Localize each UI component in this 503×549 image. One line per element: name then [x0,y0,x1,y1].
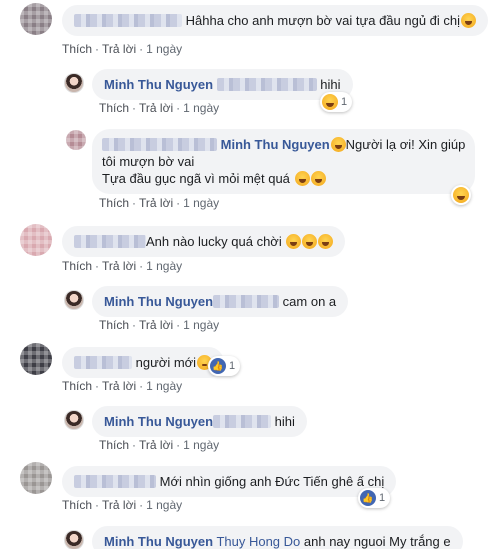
timestamp[interactable]: 1 ngày [183,318,219,332]
laugh-emoji-icon [302,234,318,249]
timestamp[interactable]: 1 ngày [146,379,182,393]
reply-link[interactable]: Trả lời [139,318,173,332]
laugh-emoji-icon [294,171,310,186]
comment-text: người mới [135,355,197,370]
timestamp[interactable]: 1 ngày [183,196,219,210]
reply-link[interactable]: Trả lời [102,259,136,273]
mention-link[interactable]: Thuy Hong Do [216,534,300,549]
like-icon: 👍 [210,358,226,374]
timestamp[interactable]: 1 ngày [183,101,219,115]
comment-text: cam on a [282,294,337,309]
laugh-emoji-icon [330,137,346,152]
reaction-badge[interactable] [451,185,471,205]
reply-bubble: Minh Thu Nguyen hihi [92,69,353,100]
like-link[interactable]: Thích [62,498,92,512]
avatar[interactable] [64,73,84,93]
comment-actions: Thích · Trả lời · 1 ngày [62,379,183,393]
reply-link[interactable]: Trả lời [102,42,136,56]
avatar[interactable] [20,3,52,35]
avatar[interactable] [20,462,52,494]
comment-text: Anh nào lucky quá chời [146,234,282,249]
like-link[interactable]: Thích [99,101,129,115]
blurred-name [74,235,146,248]
author-name[interactable]: Minh Thu Nguyen [104,77,213,92]
timestamp[interactable]: 1 ngày [183,438,219,452]
comment-text: Hâhha cho anh mượn bờ vai tựa đầu ngủ đi… [185,13,461,28]
blurred-mention [216,78,317,91]
author-name[interactable]: Minh Thu Nguyen [104,414,213,429]
blurred-name [74,475,156,488]
comment-bubble: người mới [62,347,225,378]
like-link[interactable]: Thích [99,318,129,332]
timestamp[interactable]: 1 ngày [146,42,182,56]
blurred-name [74,356,132,369]
reaction-badge[interactable]: 👍 1 [208,356,241,376]
like-link[interactable]: Thích [62,379,92,393]
reply-link[interactable]: Trả lời [102,498,136,512]
comment-text: anh nay nguoi My trắng e [303,534,451,549]
comment-actions: Thích · Trả lời · 1 ngày [99,438,220,452]
reply-bubble: Minh Thu Nguyen cam on a [92,286,349,317]
comment-actions: Thích · Trả lời · 1 ngày [62,42,183,56]
author-name[interactable]: Minh Thu Nguyen [104,534,213,549]
like-icon: 👍 [360,490,376,506]
blurred-mention [213,295,280,308]
like-link[interactable]: Thích [62,259,92,273]
avatar[interactable] [20,224,52,256]
comment-text: hihi [320,77,341,92]
comment-bubble: Hâhha cho anh mượn bờ vai tựa đầu ngủ đi… [62,5,489,36]
reaction-badge[interactable]: 1 [320,92,353,112]
laugh-emoji-icon [461,13,477,28]
laugh-emoji-icon [453,187,469,203]
avatar[interactable] [64,410,84,430]
reply-link[interactable]: Trả lời [139,196,173,210]
like-link[interactable]: Thích [99,438,129,452]
reaction-badge[interactable]: 👍 1 [358,488,391,508]
reply-bubble: Minh Thu Nguyen Thuy Hong Do anh nay ngu… [92,526,463,549]
like-link[interactable]: Thích [62,42,92,56]
blurred-name [102,138,217,151]
laugh-emoji-icon [310,171,326,186]
comment-actions: Thích · Trả lời · 1 ngày [99,196,220,210]
timestamp[interactable]: 1 ngày [146,259,182,273]
reply-link[interactable]: Trả lời [139,438,173,452]
comment-actions: Thích · Trả lời · 1 ngày [62,498,183,512]
comment-actions: Thích · Trả lời · 1 ngày [62,259,183,273]
laugh-emoji-icon [322,94,338,110]
blurred-name [74,14,182,27]
comment-bubble: Mới nhìn giống anh Đức Tiến ghê ấ chị [62,466,397,497]
comment-text: Mới nhìn giống anh Đức Tiến ghê ấ chị [159,474,385,489]
avatar[interactable] [20,343,52,375]
comment-actions: Thích · Trả lời · 1 ngày [99,101,220,115]
avatar[interactable] [64,290,84,310]
comment-text: hihi [274,414,295,429]
avatar[interactable] [66,130,86,150]
laugh-emoji-icon [286,234,302,249]
avatar[interactable] [64,530,84,549]
like-link[interactable]: Thích [99,196,129,210]
author-name[interactable]: Minh Thu Nguyen [104,294,213,309]
laugh-emoji-icon [318,234,334,249]
author-name[interactable]: Minh Thu Nguyen [221,137,330,152]
timestamp[interactable]: 1 ngày [146,498,182,512]
comment-bubble: Anh nào lucky quá chời [62,226,346,257]
reply-link[interactable]: Trả lời [102,379,136,393]
blurred-mention [213,415,272,428]
reply-bubble: Minh Thu Nguyen hihi [92,406,307,437]
comment-actions: Thích · Trả lời · 1 ngày [99,318,220,332]
reply-link[interactable]: Trả lời [139,101,173,115]
reply-bubble: Minh Thu Nguyen Người lạ ơi! Xin giúp tôi… [92,129,476,194]
